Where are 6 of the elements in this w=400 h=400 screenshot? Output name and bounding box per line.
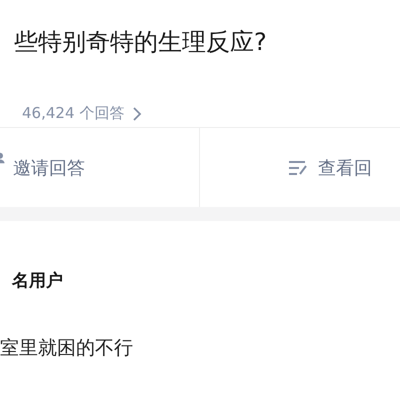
action-button[interactable]: 邀请回答 — [13, 156, 85, 180]
author-name[interactable]: 名用户 — [12, 269, 63, 292]
answer-text: 室里就困的不行 — [0, 336, 133, 361]
question-title: 些特别奇特的生理反应? — [14, 27, 267, 58]
answer-count[interactable]: 46,424 个回答 — [22, 104, 124, 123]
action-button[interactable]: 查看回 — [318, 156, 372, 180]
